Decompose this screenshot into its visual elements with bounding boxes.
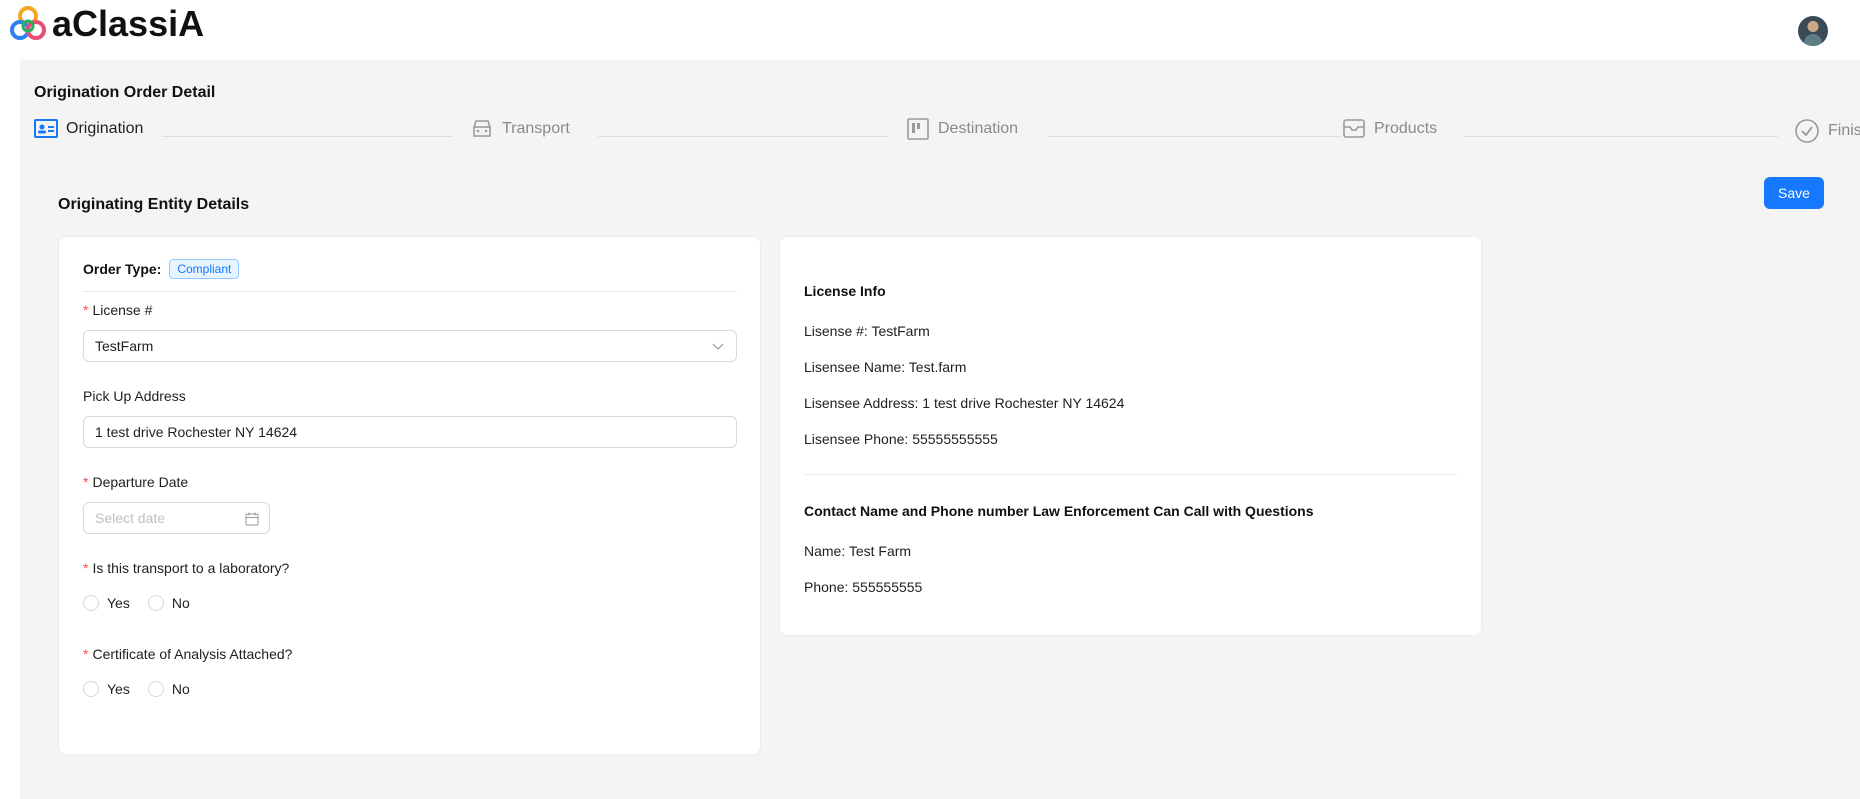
step-transport[interactable]: Transport <box>470 118 570 140</box>
coa-radio-group: Yes No <box>83 681 190 697</box>
truck-icon <box>473 120 491 137</box>
lab-question-text: Is this transport to a laboratory? <box>92 560 290 576</box>
step-finish[interactable]: Finish <box>1794 118 1860 144</box>
chevron-down-icon <box>712 343 724 350</box>
step-products[interactable]: Products <box>1342 118 1437 140</box>
coa-no-radio[interactable]: No <box>147 681 190 697</box>
divider <box>83 291 737 292</box>
order-type: Order Type: Compliant <box>83 259 240 279</box>
departure-date-picker[interactable]: Select date <box>83 502 270 534</box>
lab-no-radio[interactable]: No <box>147 595 190 611</box>
calendar-icon <box>245 512 259 526</box>
save-button[interactable]: Save <box>1764 177 1824 209</box>
license-info-card: License Info Lisense #: TestFarm Lisense… <box>779 236 1482 636</box>
step-destination[interactable]: Destination <box>906 118 1018 140</box>
required-marker: * <box>83 474 89 490</box>
radio-circle[interactable] <box>147 681 164 697</box>
step-connector <box>1464 136 1778 137</box>
brand-name: aClassiA <box>52 3 205 44</box>
contact-title: Contact Name and Phone number Law Enforc… <box>804 503 1314 519</box>
required-marker: * <box>83 646 89 662</box>
radio-label: No <box>171 595 190 611</box>
contact-phone-line: Phone: 555555555 <box>804 579 923 595</box>
departure-date-label-text: Departure Date <box>92 474 189 490</box>
departure-date-label: * Departure Date <box>83 474 188 490</box>
order-type-label: Order Type: <box>83 261 162 277</box>
license-label: * License # <box>83 302 152 318</box>
departure-date-placeholder: Select date <box>95 510 166 526</box>
steps-bar: Origination Transport Destination Produc… <box>34 118 1860 158</box>
step-label: Finish <box>1828 122 1860 139</box>
radio-circle[interactable] <box>147 595 164 611</box>
pickup-address-input[interactable]: 1 test drive Rochester NY 14624 <box>83 416 737 448</box>
radio-label: No <box>171 681 190 697</box>
license-info-title: License Info <box>804 283 886 299</box>
coa-yes-radio[interactable]: Yes <box>83 681 130 697</box>
main-content: Origination Order Detail Origination Tra… <box>20 60 1860 799</box>
inbox-icon <box>1343 119 1365 138</box>
radio-circle[interactable] <box>83 595 99 611</box>
step-origination[interactable]: Origination <box>34 118 143 140</box>
license-number-line: Lisense #: TestFarm <box>804 323 930 339</box>
pickup-address-label: Pick Up Address <box>83 388 186 404</box>
lab-question-label: * Is this transport to a laboratory? <box>83 560 289 576</box>
required-marker: * <box>83 302 89 318</box>
radio-label: Yes <box>107 595 130 611</box>
id-card-icon <box>34 119 58 138</box>
license-label-text: License # <box>92 302 153 318</box>
license-select-value: TestFarm <box>95 338 154 354</box>
step-connector <box>1048 136 1340 137</box>
step-label: Origination <box>66 120 144 137</box>
radio-label: Yes <box>107 681 130 697</box>
license-select[interactable]: TestFarm <box>83 330 737 362</box>
brand-logo[interactable]: aClassiA <box>8 2 204 46</box>
step-label: Transport <box>502 120 570 137</box>
licensee-phone-line: Lisensee Phone: 55555555555 <box>804 431 998 447</box>
check-circle-icon <box>1795 119 1819 143</box>
lab-radio-group: Yes No <box>83 595 190 611</box>
step-connector <box>162 136 452 137</box>
page-title: Origination Order Detail <box>34 84 216 101</box>
lab-yes-radio[interactable]: Yes <box>83 595 130 611</box>
user-avatar[interactable] <box>1798 16 1828 46</box>
coa-question-text: Certificate of Analysis Attached? <box>92 646 293 662</box>
board-icon <box>907 118 929 140</box>
pickup-address-value: 1 test drive Rochester NY 14624 <box>95 424 298 440</box>
top-bar: aClassiA <box>0 0 1860 60</box>
step-connector <box>598 136 889 137</box>
licensee-address-line: Lisensee Address: 1 test drive Rochester… <box>804 395 1125 411</box>
required-marker: * <box>83 560 89 576</box>
contact-name-line: Name: Test Farm <box>804 543 912 559</box>
order-type-tag: Compliant <box>169 259 240 279</box>
step-label: Products <box>1374 120 1438 137</box>
radio-circle[interactable] <box>83 681 99 697</box>
divider <box>804 474 1458 475</box>
interlocking-rings-logo <box>10 6 46 40</box>
licensee-name-line: Lisensee Name: Test.farm <box>804 359 967 375</box>
step-label: Destination <box>938 120 1019 137</box>
origination-form-card: Order Type: Compliant * License # TestFar… <box>58 236 761 755</box>
coa-question-label: * Certificate of Analysis Attached? <box>83 646 292 662</box>
section-title: Originating Entity Details <box>58 196 250 213</box>
